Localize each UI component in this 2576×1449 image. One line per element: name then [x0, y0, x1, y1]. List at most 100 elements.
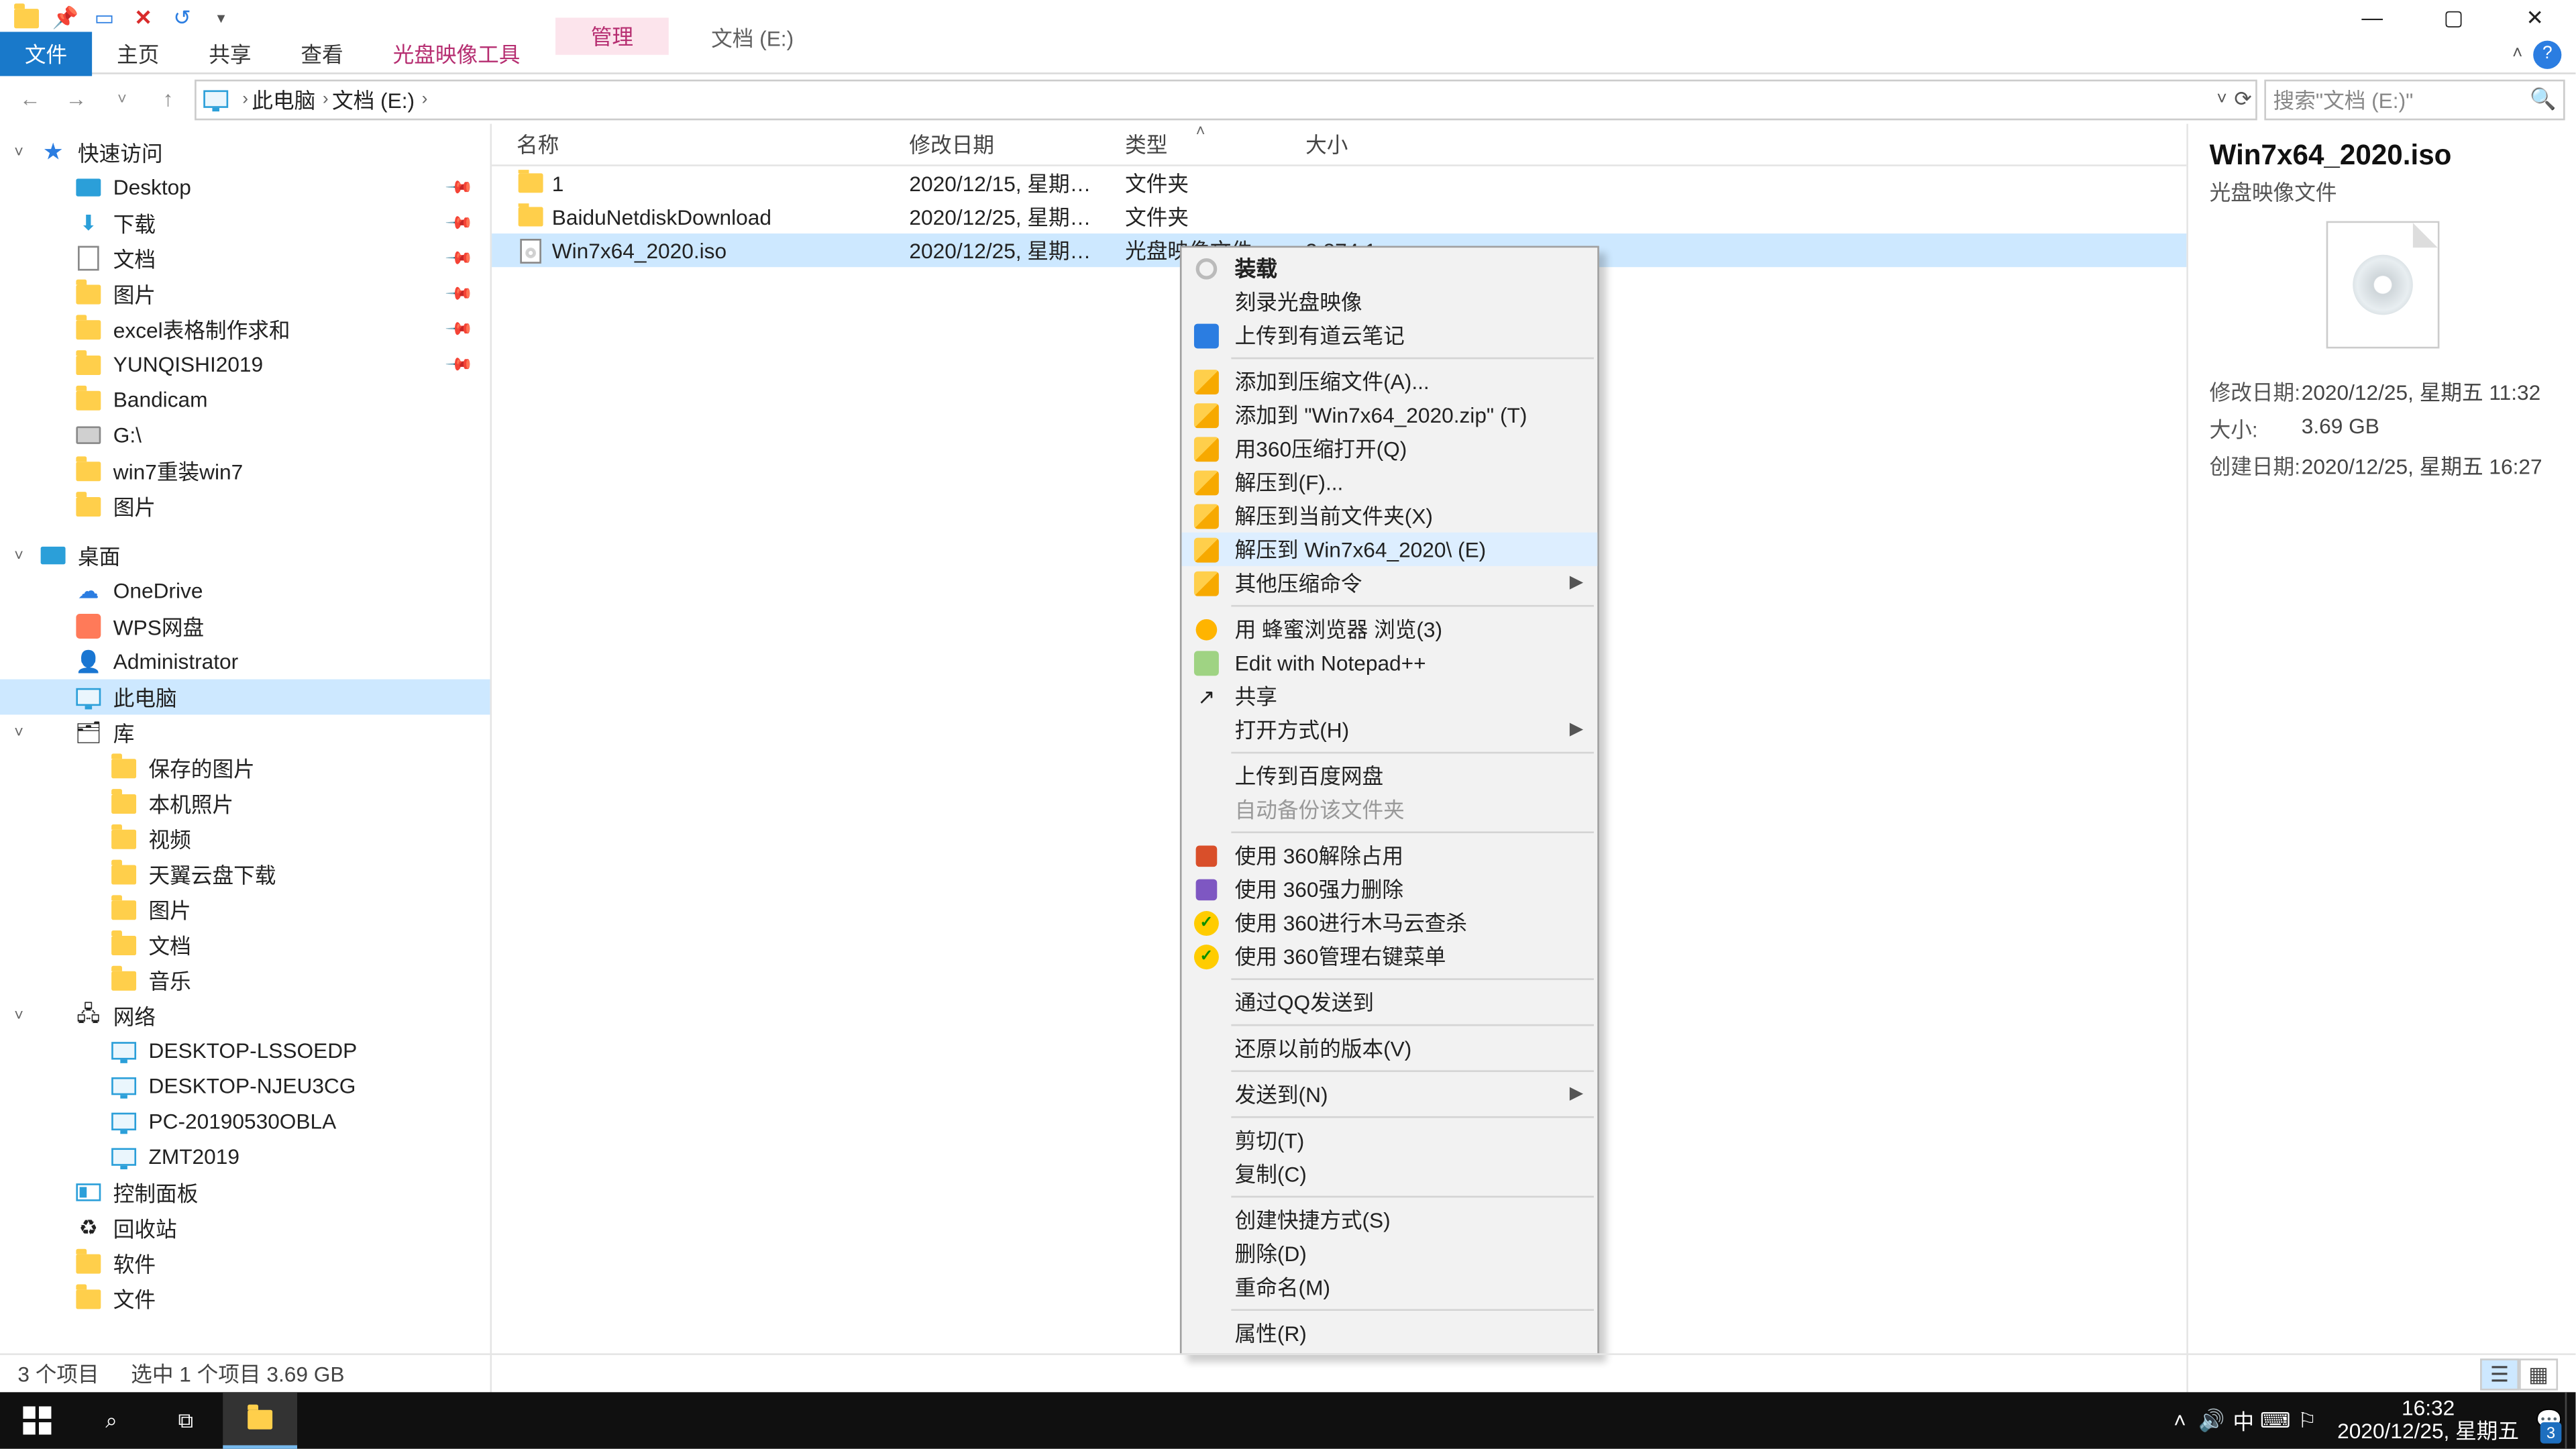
sidebar-item[interactable]: 文件 — [0, 1281, 490, 1316]
ribbon-tab-view[interactable]: 查看 — [276, 32, 368, 76]
column-type[interactable]: 类型 — [1100, 129, 1281, 160]
sidebar-item[interactable]: 软件 — [0, 1245, 490, 1281]
chevron-icon[interactable]: ˅ — [14, 547, 23, 564]
sidebar-item[interactable]: ˅桌面 — [0, 538, 490, 574]
sidebar-item[interactable]: 图片 — [0, 892, 490, 927]
sidebar-item[interactable]: ♻回收站 — [0, 1210, 490, 1246]
minimize-button[interactable]: — — [2332, 0, 2413, 36]
menu-item[interactable]: 删除(D) — [1182, 1236, 1598, 1270]
qat-pin-icon[interactable]: 📌 — [50, 2, 81, 34]
menu-item[interactable]: 重命名(M) — [1182, 1270, 1598, 1303]
address-dropdown-icon[interactable]: ˅ — [2216, 89, 2226, 109]
sidebar-item[interactable]: ⬇下载📌 — [0, 205, 490, 241]
ime-icon[interactable]: ⌨ — [2259, 1392, 2291, 1448]
chevron-right-icon[interactable]: › — [323, 89, 329, 109]
taskbar-clock[interactable]: 16:32 2020/12/25, 星期五 — [2323, 1397, 2533, 1444]
sidebar-item[interactable]: excel表格制作求和📌 — [0, 311, 490, 347]
sidebar-item[interactable]: ˅🖧网络 — [0, 998, 490, 1033]
file-row[interactable]: 12020/12/15, 星期二 1...文件夹 — [492, 166, 2186, 200]
nav-recent-dropdown[interactable]: ˅ — [103, 80, 142, 119]
menu-item[interactable]: ✓使用 360管理右键菜单 — [1182, 939, 1598, 973]
sidebar-item[interactable]: G:\ — [0, 417, 490, 453]
chevron-icon[interactable]: ˅ — [14, 1006, 23, 1024]
address-bar[interactable]: › 此电脑› 文档 (E:)› ˅ ⟳ — [195, 78, 2257, 119]
help-button[interactable]: ? — [2533, 40, 2561, 68]
menu-item[interactable]: 解压到(F)... — [1182, 466, 1598, 499]
menu-item[interactable]: ✓使用 360进行木马云查杀 — [1182, 906, 1598, 939]
menu-item[interactable]: 复制(C) — [1182, 1157, 1598, 1191]
menu-item[interactable]: 添加到压缩文件(A)... — [1182, 364, 1598, 398]
sidebar-item[interactable]: 天翼云盘下载 — [0, 856, 490, 892]
sidebar-item[interactable]: PC-20190530OBLA — [0, 1104, 490, 1139]
sidebar-item[interactable]: 控制面板 — [0, 1175, 490, 1210]
menu-item[interactable]: 解压到 Win7x64_2020\ (E) — [1182, 533, 1598, 566]
sidebar-item[interactable]: WPS网盘 — [0, 608, 490, 644]
sidebar-item[interactable]: DESKTOP-LSSOEDP — [0, 1033, 490, 1069]
breadcrumb-this-pc[interactable]: 此电脑 — [252, 84, 315, 114]
column-date[interactable]: 修改日期 — [885, 129, 1101, 160]
menu-item[interactable]: 解压到当前文件夹(X) — [1182, 499, 1598, 533]
tray-overflow-icon[interactable]: ˄ — [2164, 1392, 2196, 1448]
breadcrumb-drive[interactable]: 文档 (E:) — [332, 84, 415, 114]
sidebar-item[interactable]: 图片 — [0, 488, 490, 524]
taskbar-search-button[interactable]: ⌕ — [74, 1392, 149, 1448]
sidebar-item[interactable]: 👤Administrator — [0, 644, 490, 680]
sidebar-item[interactable]: 保存的图片 — [0, 750, 490, 786]
menu-item[interactable]: 属性(R) — [1182, 1316, 1598, 1350]
ime-indicator[interactable]: 中 — [2228, 1392, 2259, 1448]
menu-item[interactable]: 通过QQ发送到 — [1182, 985, 1598, 1019]
start-button[interactable] — [0, 1392, 74, 1448]
menu-item[interactable]: 创建快捷方式(S) — [1182, 1203, 1598, 1236]
menu-item[interactable]: 还原以前的版本(V) — [1182, 1031, 1598, 1065]
menu-item[interactable]: 上传到百度网盘 — [1182, 759, 1598, 792]
menu-item[interactable]: Edit with Notepad++ — [1182, 646, 1598, 680]
menu-item[interactable]: 剪切(T) — [1182, 1123, 1598, 1157]
menu-item[interactable]: 使用 360解除占用 — [1182, 839, 1598, 872]
menu-item[interactable]: 用360压缩打开(Q) — [1182, 431, 1598, 465]
volume-icon[interactable]: 🔊 — [2196, 1392, 2227, 1448]
nav-up-button[interactable]: ↑ — [149, 80, 188, 119]
file-row[interactable]: BaiduNetdiskDownload2020/12/25, 星期五 1...… — [492, 200, 2186, 233]
chevron-icon[interactable]: ˅ — [14, 724, 23, 741]
chevron-right-icon[interactable]: › — [242, 89, 248, 109]
qat-checked-icon[interactable]: ▭ — [89, 2, 120, 34]
sidebar-item[interactable]: 本机照片 — [0, 786, 490, 821]
search-icon[interactable]: 🔍 — [2530, 87, 2556, 111]
sidebar-item[interactable]: Bandicam — [0, 382, 490, 418]
nav-back-button[interactable]: ← — [11, 80, 50, 119]
chevron-down-icon[interactable]: ˅ — [14, 144, 23, 161]
menu-item[interactable]: ↗共享 — [1182, 680, 1598, 713]
ribbon-tab-disc-tools[interactable]: 光盘映像工具 — [368, 32, 545, 76]
chevron-right-icon[interactable]: › — [422, 89, 428, 109]
ribbon-expand-icon[interactable]: ˄ — [2512, 44, 2522, 64]
nav-forward-button[interactable]: → — [56, 80, 95, 119]
sidebar-item[interactable]: ☁OneDrive — [0, 573, 490, 608]
sidebar-item[interactable]: 音乐 — [0, 963, 490, 998]
view-details-button[interactable]: ☰ — [2480, 1358, 2519, 1389]
menu-item[interactable]: 用 蜂蜜浏览器 浏览(3) — [1182, 612, 1598, 645]
qat-undo-icon[interactable]: ↺ — [166, 2, 198, 34]
show-desktop-button[interactable] — [2565, 1392, 2576, 1448]
menu-item[interactable]: 装载 — [1182, 251, 1598, 284]
task-view-button[interactable]: ⧉ — [149, 1392, 223, 1448]
sidebar-item[interactable]: Desktop📌 — [0, 170, 490, 205]
menu-item[interactable]: 添加到 "Win7x64_2020.zip" (T) — [1182, 398, 1598, 431]
column-name[interactable]: 名称 — [492, 129, 884, 160]
ribbon-tab-home[interactable]: 主页 — [92, 32, 184, 76]
view-icons-button[interactable]: ▦ — [2519, 1358, 2558, 1389]
sidebar-item[interactable]: 图片📌 — [0, 276, 490, 311]
sidebar-item[interactable]: 此电脑 — [0, 680, 490, 715]
security-icon[interactable]: ⚐ — [2292, 1392, 2323, 1448]
sidebar-item[interactable]: win7重装win7 — [0, 453, 490, 488]
sidebar-item[interactable]: ZMT2019 — [0, 1139, 490, 1175]
qat-dropdown-icon[interactable]: ▾ — [205, 2, 237, 34]
refresh-icon[interactable]: ⟳ — [2234, 87, 2252, 111]
taskbar-explorer-button[interactable] — [223, 1392, 297, 1448]
action-center-button[interactable]: 💬3 — [2533, 1392, 2565, 1448]
column-size[interactable]: 大小 — [1281, 129, 1422, 160]
menu-item[interactable]: 上传到有道云笔记 — [1182, 319, 1598, 352]
search-box[interactable]: 搜索"文档 (E:)" 🔍 — [2264, 78, 2565, 119]
sidebar-item[interactable]: 视频 — [0, 821, 490, 857]
maximize-button[interactable]: ▢ — [2413, 0, 2494, 36]
close-button[interactable]: ✕ — [2494, 0, 2575, 36]
